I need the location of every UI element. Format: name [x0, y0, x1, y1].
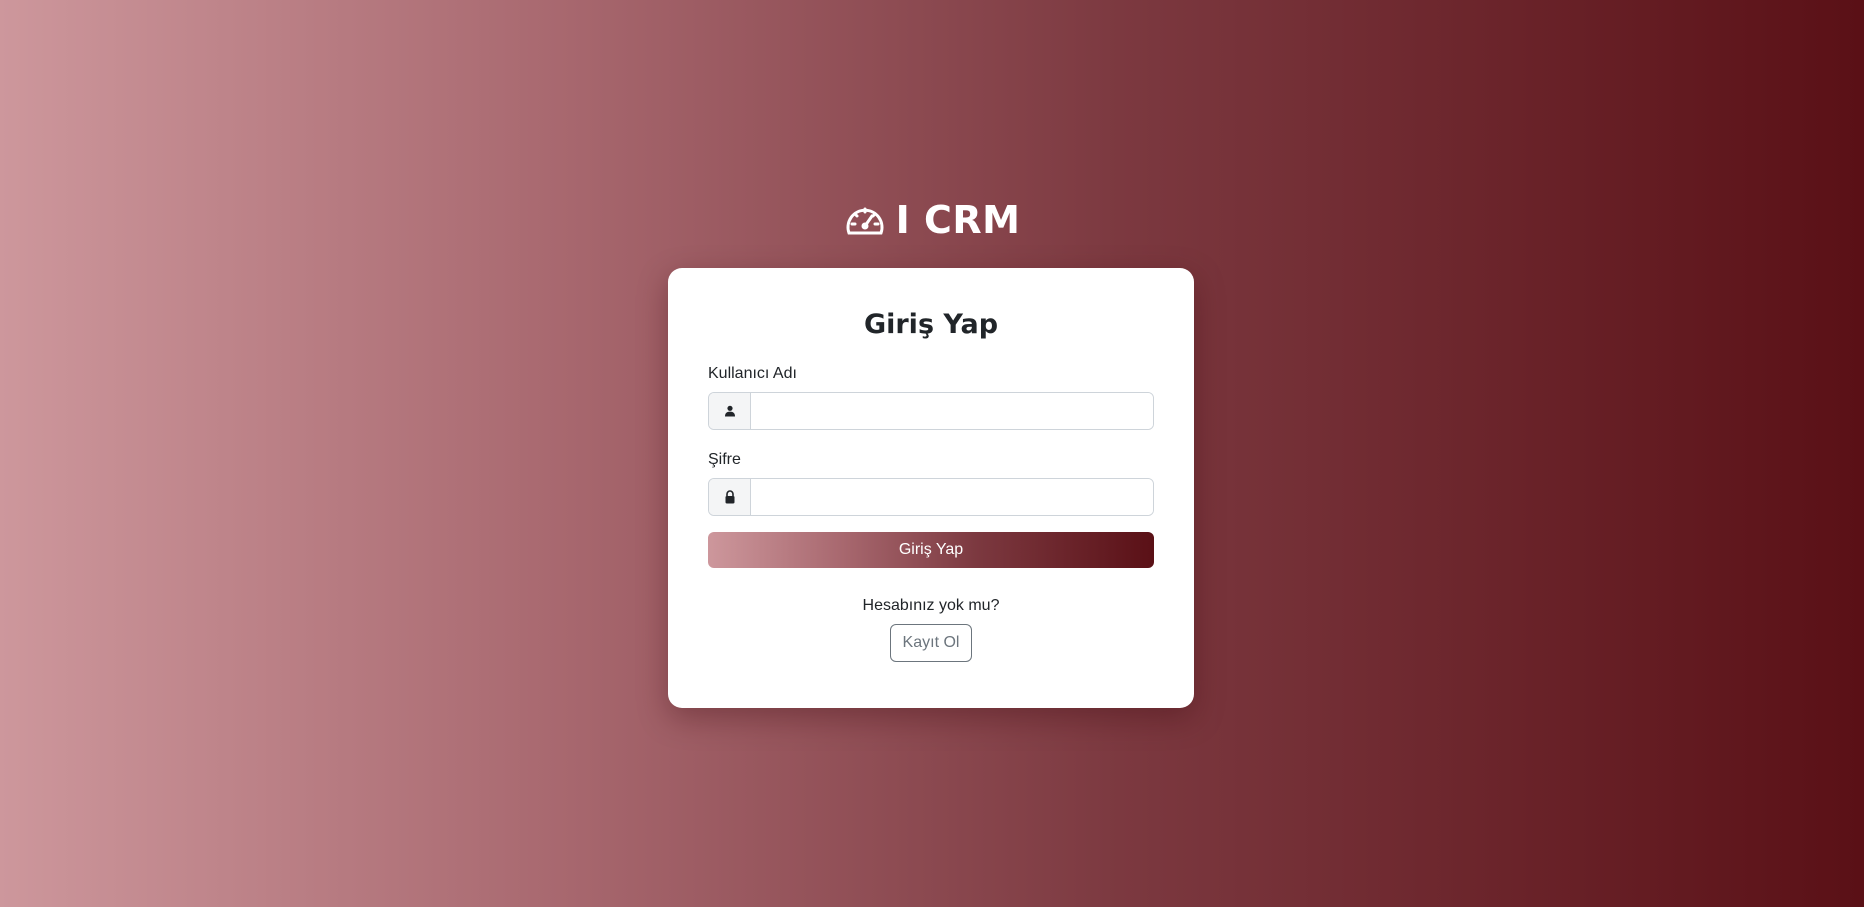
brand-header: I CRM: [0, 198, 1864, 242]
person-icon: [709, 393, 751, 429]
brand-title: I CRM: [895, 198, 1021, 242]
signup-button[interactable]: Kayıt Ol: [889, 624, 973, 662]
password-label: Şifre: [708, 451, 741, 468]
username-field[interactable]: [751, 393, 1153, 429]
username-input-group: [708, 392, 1154, 430]
password-field[interactable]: [751, 479, 1153, 515]
username-label: Kullanıcı Adı: [708, 365, 797, 382]
password-input-group: [708, 478, 1154, 516]
speedometer-icon: [844, 199, 886, 241]
signup-prompt: Hesabınız yok mu?: [862, 597, 1000, 614]
lock-icon: [709, 479, 751, 515]
login-card: Giriş Yap Kullanıcı Adı Şifre Giriş Yap …: [668, 268, 1194, 708]
login-submit-button[interactable]: Giriş Yap: [708, 532, 1154, 568]
signup-wrap: Kayıt Ol: [708, 624, 1154, 662]
login-title: Giriş Yap: [863, 309, 999, 340]
